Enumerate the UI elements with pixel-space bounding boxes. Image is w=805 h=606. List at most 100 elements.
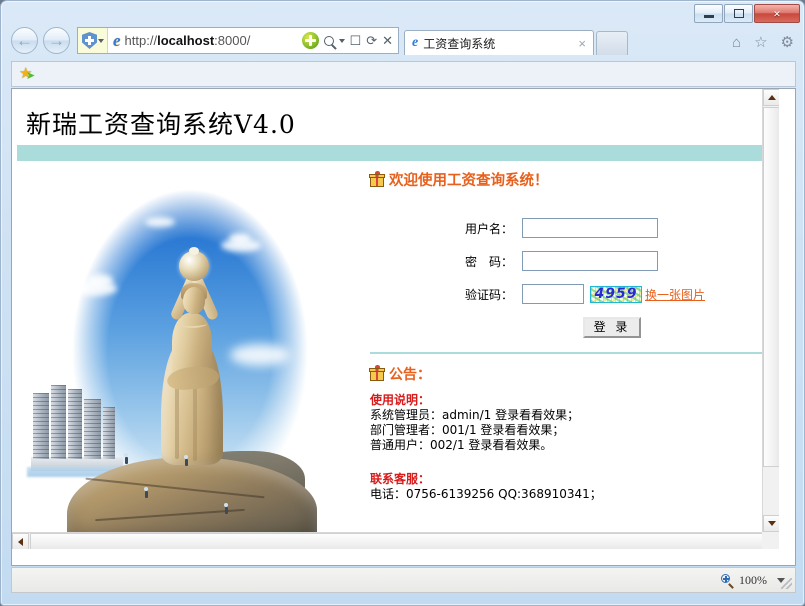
tower	[68, 389, 82, 459]
tower	[33, 393, 49, 459]
password-row: 密 码：	[370, 251, 775, 271]
city-skyline	[27, 385, 137, 477]
forward-arrow-icon: →	[48, 30, 65, 50]
usage-line: 系统管理员：admin/1 登录看看效果；	[370, 408, 580, 422]
home-icon[interactable]: ⌂	[732, 34, 741, 51]
scroll-up-button[interactable]	[763, 89, 779, 106]
refresh-captcha-link[interactable]: 换一张图片	[645, 286, 705, 303]
forward-button[interactable]: →	[43, 27, 70, 54]
statue-necklace	[177, 319, 207, 328]
close-icon: ×	[773, 6, 781, 21]
maximize-button[interactable]	[724, 4, 753, 23]
green-arrow-glyph: ➤	[26, 70, 36, 82]
scrollbar-corner	[762, 532, 779, 549]
compatibility-view-icon[interactable]	[301, 32, 319, 49]
maximize-icon	[733, 9, 744, 18]
captcha-row: 验证码： 4959 换一张图片	[370, 284, 775, 304]
tower	[84, 399, 101, 459]
cloud-shape	[229, 233, 251, 244]
statue-figure	[145, 247, 243, 465]
person	[225, 507, 228, 514]
feeds-icon[interactable]: ☐	[350, 34, 362, 47]
browser-window: × ← → e http://localhost:8000/ ☐ ⟳ ✕ e 工…	[0, 0, 805, 606]
statue-pearl	[179, 251, 209, 281]
url-text[interactable]: http://localhost:8000/	[125, 33, 302, 48]
statue-head	[183, 287, 205, 314]
tab-favicon-icon: e	[412, 35, 419, 50]
chevron-down-icon[interactable]	[338, 38, 345, 43]
username-label: 用户名：	[464, 221, 513, 236]
close-button[interactable]: ×	[754, 4, 800, 23]
navigation-bar: ← → e http://localhost:8000/ ☐ ⟳ ✕ e 工资查…	[1, 23, 804, 59]
page-title: 新瑞工资查询系统V4.0	[26, 110, 296, 139]
login-button[interactable]: 登 录	[583, 317, 641, 338]
tab-title: 工资查询系统	[423, 36, 496, 51]
title-bar: ×	[1, 1, 804, 25]
favorites-bar: ★ ➤	[11, 61, 796, 87]
browser-tab[interactable]: e 工资查询系统 ×	[404, 30, 594, 55]
search-icon[interactable]	[323, 35, 334, 46]
tower	[51, 385, 66, 459]
cloud-shape	[145, 217, 175, 227]
horizontal-scrollbar[interactable]	[12, 532, 779, 549]
username-row: 用户名：	[370, 218, 775, 238]
address-bar[interactable]: e http://localhost:8000/ ☐ ⟳ ✕	[77, 27, 399, 54]
tower	[103, 407, 115, 459]
scroll-down-button[interactable]	[763, 515, 779, 532]
ie-logo-icon: e	[113, 31, 121, 50]
vertical-scroll-thumb[interactable]	[763, 107, 779, 467]
statue-pearl-highlight	[189, 247, 199, 255]
fisher-girl-statue-illustration	[25, 169, 355, 549]
tab-close-icon[interactable]: ×	[575, 36, 589, 51]
login-button-row: 登 录	[370, 317, 775, 338]
person	[145, 491, 148, 498]
browser-tool-icons: ⌂ ☆ ⚙	[732, 33, 794, 52]
status-bar: 100%	[11, 567, 796, 593]
captcha-input[interactable]	[522, 284, 584, 304]
page-viewport: 新瑞工资查询系统V4.0 欢迎使用工资查询系统！ 用户名： 密 码： 验证码： …	[11, 88, 796, 566]
welcome-heading: 欢迎使用工资查询系统！	[369, 169, 775, 190]
person	[185, 459, 188, 466]
captcha-label: 验证码：	[464, 287, 513, 302]
usage-heading: 使用说明：	[370, 393, 431, 407]
section-divider	[370, 352, 772, 354]
password-input[interactable]	[522, 251, 658, 271]
username-input[interactable]	[522, 218, 658, 238]
url-scheme: http://	[124, 33, 158, 48]
login-form: 用户名： 密 码： 验证码： 4959 换一张图片 登 录	[370, 218, 775, 338]
vertical-scrollbar[interactable]	[762, 89, 779, 549]
refresh-icon[interactable]: ⟳	[366, 34, 377, 47]
scroll-left-button[interactable]	[12, 533, 29, 549]
chevron-left-icon	[18, 537, 23, 546]
hero-image	[25, 169, 355, 549]
captcha-image-text: 4959	[594, 286, 638, 302]
zoom-icon[interactable]	[721, 574, 734, 589]
person	[125, 457, 128, 464]
gift-icon	[369, 171, 385, 187]
resize-grip[interactable]	[781, 578, 792, 589]
password-label: 密 码：	[464, 254, 513, 269]
security-shield-button[interactable]	[78, 28, 108, 53]
usage-line: 普通用户：002/1 登录看看效果。	[370, 438, 553, 452]
stop-icon[interactable]: ✕	[382, 34, 393, 47]
tools-gear-icon[interactable]: ⚙	[781, 33, 794, 51]
minimize-button[interactable]	[694, 4, 723, 23]
url-port-path: :8000/	[214, 33, 251, 48]
header-accent-bar	[17, 145, 779, 161]
contact-heading: 联系客服：	[370, 472, 431, 486]
chevron-up-icon	[767, 95, 776, 100]
back-arrow-icon: ←	[16, 30, 33, 50]
notice-heading-text: 公告：	[389, 367, 431, 383]
minimize-icon	[703, 15, 714, 18]
captcha-image[interactable]: 4959	[590, 285, 642, 303]
url-host: localhost	[157, 33, 215, 48]
back-button[interactable]: ←	[11, 27, 38, 54]
horizontal-scroll-thumb[interactable]	[30, 533, 770, 549]
favorites-add-star-icon[interactable]: ★ ➤	[19, 66, 39, 82]
zoom-level[interactable]: 100%	[739, 573, 767, 588]
notice-heading: 公告：	[369, 364, 775, 384]
window-controls: ×	[694, 4, 800, 23]
favorites-star-icon[interactable]: ☆	[754, 33, 767, 51]
new-tab-button[interactable]	[596, 31, 628, 55]
